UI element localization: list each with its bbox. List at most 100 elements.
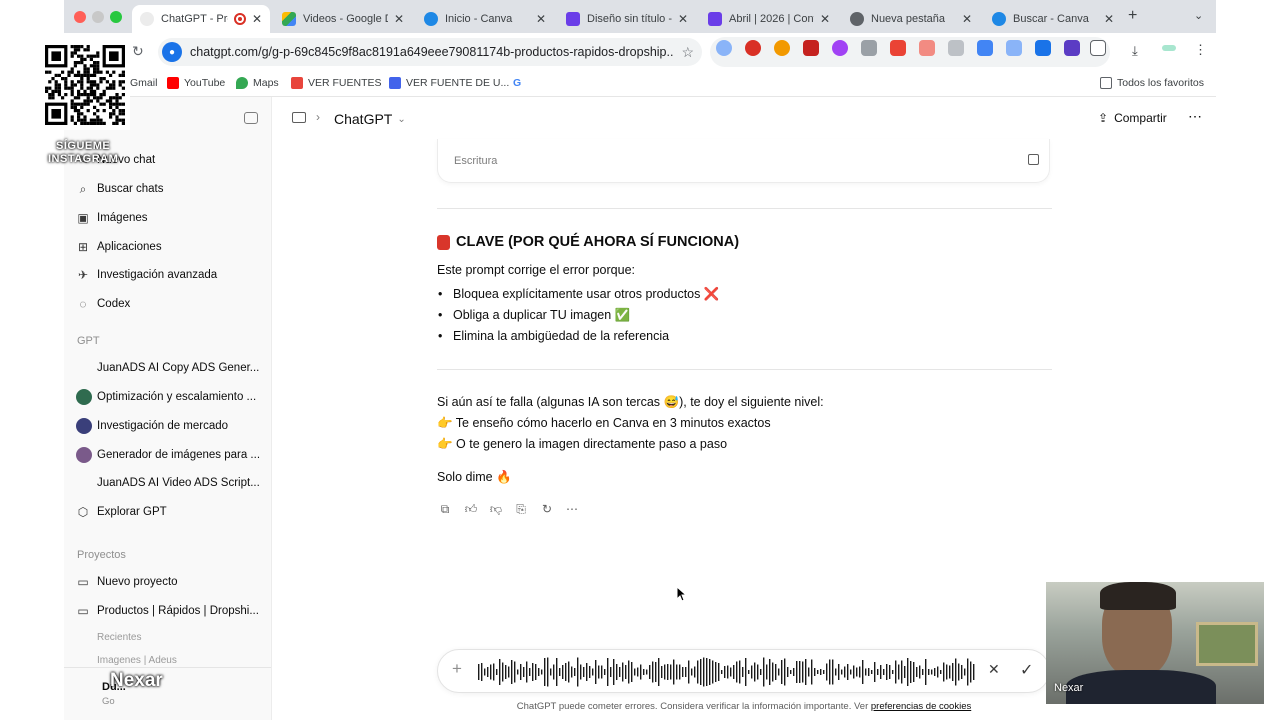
close-tab-icon[interactable]: ✕ bbox=[962, 12, 972, 26]
qr-module bbox=[86, 48, 90, 52]
followup-text: Si aún así te falla (algunas IA son terc… bbox=[437, 395, 824, 409]
close-tab-icon[interactable]: ✕ bbox=[536, 12, 546, 26]
minimize-window-button[interactable] bbox=[92, 11, 104, 23]
close-tab-icon[interactable]: ✕ bbox=[1104, 12, 1114, 26]
sidebar-item-buscar-chats[interactable]: ⌕ Buscar chats bbox=[76, 182, 264, 196]
tab-diseno[interactable]: Diseño sin título - ✕ bbox=[558, 5, 696, 33]
puzzle-icon[interactable] bbox=[1090, 40, 1106, 56]
folder-icon[interactable] bbox=[292, 112, 306, 123]
qr-module bbox=[109, 96, 113, 100]
waveform-bar bbox=[751, 665, 753, 679]
gpt-item-generador-imagenes[interactable]: Generador de imágenes para ... bbox=[76, 447, 264, 463]
pinterest-icon[interactable] bbox=[803, 40, 819, 56]
bookmark-youtube[interactable]: YouTube bbox=[167, 77, 225, 89]
thumbs-up-icon[interactable]: 👍︎ bbox=[463, 501, 479, 517]
reload-icon[interactable]: ↻ bbox=[132, 43, 144, 60]
waveform-bar bbox=[760, 669, 762, 675]
thumbs-down-icon[interactable]: 👎︎ bbox=[488, 501, 504, 517]
close-tab-icon[interactable]: ✕ bbox=[820, 12, 830, 26]
cube-icon: ⬡ bbox=[77, 505, 89, 519]
tab-chatgpt[interactable]: ChatGPT - Pro ✕ bbox=[132, 5, 270, 33]
close-tab-icon[interactable]: ✕ bbox=[394, 12, 404, 26]
extension-icon[interactable] bbox=[1035, 40, 1051, 56]
extension-icon[interactable] bbox=[832, 40, 848, 56]
project-sub-imagenes[interactable]: Imagenes | Adeus bbox=[97, 655, 177, 666]
new-tab-button[interactable]: + bbox=[1128, 7, 1137, 25]
prompt-card: Escritura bbox=[437, 139, 1050, 183]
gpt-item-explorar[interactable]: ⬡ Explorar GPT bbox=[76, 505, 264, 519]
waveform-bar bbox=[931, 669, 933, 675]
tab-buscar-canva[interactable]: Buscar - Canva ✕ bbox=[984, 5, 1122, 33]
tab-canva-inicio[interactable]: Inicio - Canva ✕ bbox=[416, 5, 554, 33]
tab-abril[interactable]: Abril | 2026 | Cont ✕ bbox=[700, 5, 838, 33]
copy-icon[interactable] bbox=[1028, 154, 1039, 165]
bookmark-google[interactable]: G bbox=[513, 77, 521, 89]
tab-nueva[interactable]: Nueva pestaña ✕ bbox=[842, 5, 980, 33]
tab-videos[interactable]: Videos - Google D ✕ bbox=[274, 5, 412, 33]
bookmark-star-icon[interactable]: ☆ bbox=[681, 44, 694, 61]
qr-module bbox=[80, 54, 84, 58]
download-icon[interactable]: ⤓ bbox=[1132, 43, 1138, 59]
waveform-bar bbox=[883, 669, 885, 675]
qr-module bbox=[70, 51, 74, 55]
sidebar-toggle-icon[interactable] bbox=[244, 112, 258, 124]
kebab-menu-icon[interactable]: ⋮ bbox=[1194, 42, 1207, 58]
qr-module bbox=[96, 121, 100, 125]
design-icon bbox=[708, 12, 722, 26]
bookmark-gmail[interactable]: Gmail bbox=[130, 77, 157, 89]
waveform-bar bbox=[919, 665, 921, 679]
regenerate-icon[interactable]: ↻ bbox=[539, 501, 555, 517]
waveform-bar bbox=[577, 657, 579, 687]
cookie-preferences-link[interactable]: preferencias de cookies bbox=[871, 701, 971, 712]
waveform-bar bbox=[829, 659, 831, 685]
extension-icon[interactable] bbox=[745, 40, 761, 56]
extension-icon[interactable] bbox=[1064, 40, 1080, 56]
chevron-down-icon[interactable]: ⌄ bbox=[1194, 9, 1203, 22]
gpt-item-video-ads[interactable]: JuanADS AI Video ADS Script... bbox=[76, 476, 264, 490]
extension-icon[interactable] bbox=[977, 40, 993, 56]
confirm-recording-button[interactable]: ✓ bbox=[1020, 660, 1033, 680]
close-tab-icon[interactable]: ✕ bbox=[678, 12, 688, 26]
qr-module bbox=[115, 105, 119, 109]
copy-icon[interactable]: ⧉ bbox=[437, 501, 453, 517]
qr-module bbox=[115, 121, 119, 125]
share-message-icon[interactable]: ⎘ bbox=[513, 501, 529, 517]
microphone-icon[interactable]: ● bbox=[162, 42, 182, 62]
bookmark-ver-fuentes[interactable]: VER FUENTES bbox=[291, 77, 382, 89]
bookmark-maps[interactable]: Maps bbox=[236, 77, 279, 89]
address-bar[interactable]: ● chatgpt.com/g/g-p-69c845c9f8ac8191a649… bbox=[158, 38, 702, 66]
sidebar-item-codex[interactable]: ◌ Codex bbox=[76, 297, 264, 311]
extension-icon[interactable] bbox=[774, 40, 790, 56]
profile-icon[interactable] bbox=[1162, 45, 1176, 51]
composer[interactable]: + ✕ ✓ bbox=[437, 649, 1050, 693]
qr-code bbox=[40, 40, 130, 130]
gpt-item-investigacion-mercado[interactable]: Investigación de mercado bbox=[76, 418, 264, 434]
all-bookmarks[interactable]: Todos los favoritos bbox=[1100, 77, 1204, 89]
download-extension-icon[interactable] bbox=[890, 40, 906, 56]
lens-icon[interactable] bbox=[716, 40, 732, 56]
waveform-bar bbox=[835, 668, 837, 676]
more-actions-icon[interactable]: ⋯ bbox=[564, 501, 580, 517]
bookmark-ver-fuente-de-u[interactable]: VER FUENTE DE U... bbox=[389, 77, 509, 89]
share-button[interactable]: ⇪ Compartir bbox=[1098, 111, 1167, 125]
gpt-item-optimizacion[interactable]: Optimización y escalamiento ... bbox=[76, 389, 264, 405]
close-window-button[interactable] bbox=[74, 11, 86, 23]
watermark: Nexar bbox=[110, 670, 163, 691]
camera-icon[interactable] bbox=[861, 40, 877, 56]
sidebar-item-imagenes[interactable]: ▣ Imágenes bbox=[76, 211, 264, 225]
cancel-recording-button[interactable]: ✕ bbox=[988, 661, 1000, 678]
extension-icon[interactable] bbox=[1006, 40, 1022, 56]
add-attachment-button[interactable]: + bbox=[452, 659, 462, 679]
more-options-icon[interactable]: ⋯ bbox=[1188, 108, 1202, 125]
gpt-item-copy-ads[interactable]: JuanADS AI Copy ADS Gener... bbox=[76, 361, 264, 375]
extension-icon[interactable] bbox=[919, 40, 935, 56]
project-productos-rapidos[interactable]: ▭ Productos | Rápidos | Dropshi... bbox=[76, 604, 264, 618]
project-nuevo[interactable]: ▭ Nuevo proyecto bbox=[76, 575, 264, 589]
model-selector[interactable]: ChatGPT ⌄ bbox=[334, 111, 406, 127]
sidebar-item-investigacion[interactable]: ✈ Investigación avanzada bbox=[76, 268, 264, 282]
maximize-window-button[interactable] bbox=[110, 11, 122, 23]
sidebar-item-aplicaciones[interactable]: ⊞ Aplicaciones bbox=[76, 240, 264, 254]
close-tab-icon[interactable]: ✕ bbox=[252, 12, 262, 26]
project-sub-recientes[interactable]: Recientes bbox=[97, 632, 141, 643]
shield-icon[interactable] bbox=[948, 40, 964, 56]
